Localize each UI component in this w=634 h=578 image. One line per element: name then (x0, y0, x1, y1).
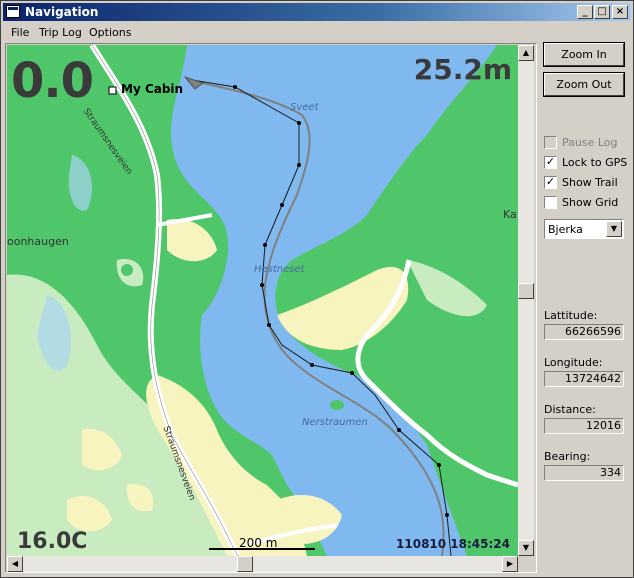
distance-value: 12016 (544, 418, 624, 434)
waypoint-label: My Cabin (121, 82, 184, 96)
location-select[interactable]: Bjerka ▼ (544, 219, 624, 239)
lock-to-gps-label[interactable]: Lock to GPS (562, 156, 627, 169)
place-label-hestneset: Hestneset (254, 264, 305, 275)
vertical-scroll-thumb[interactable] (518, 283, 534, 299)
chevron-down-icon[interactable]: ▼ (606, 221, 622, 237)
map-canvas (7, 45, 518, 556)
map-view[interactable]: 0.0 25.2m 16.0C 110810 18:45:24 My Cabin… (7, 45, 518, 556)
place-label-west: oonhaugen (7, 235, 69, 248)
scale-bar: 200 m (209, 536, 315, 552)
temperature-readout: 16.0C (17, 529, 88, 554)
show-trail-label[interactable]: Show Trail (562, 176, 618, 189)
scroll-down-button[interactable]: ▼ (518, 540, 534, 556)
navigation-window: Navigation _ □ × File Trip Log Options 0… (0, 0, 634, 578)
show-trail-box[interactable]: ✓ (544, 176, 557, 189)
app-icon (6, 5, 20, 18)
window-title: Navigation (25, 5, 99, 19)
bearing-value: 334 (544, 465, 624, 481)
place-label-nerstraumen: Nerstraumen (302, 417, 368, 428)
zoom-in-button[interactable]: Zoom In (543, 42, 625, 67)
menu-bar: File Trip Log Options (3, 23, 631, 41)
title-bar[interactable]: Navigation _ □ × (3, 3, 631, 21)
scroll-up-button[interactable]: ▲ (518, 45, 534, 61)
show-grid-box[interactable] (544, 196, 557, 209)
latitude-value: 66266596 (544, 324, 624, 340)
longitude-value: 13724642 (544, 371, 624, 387)
pause-log-label: Pause Log (562, 136, 618, 149)
horizontal-scrollbar[interactable]: ◀ ▶ (7, 556, 518, 572)
scrollbar-corner (518, 556, 534, 572)
minimize-button[interactable]: _ (577, 5, 593, 19)
maximize-button[interactable]: □ (594, 5, 610, 19)
location-select-value: Bjerka (548, 223, 583, 236)
bearing-label: Bearing: (544, 450, 591, 463)
menu-trip-log[interactable]: Trip Log (39, 26, 82, 39)
vertical-scrollbar[interactable]: ▲ ▼ (518, 45, 534, 556)
place-label-sveet: Sveet (290, 102, 319, 113)
show-grid-label[interactable]: Show Grid (562, 196, 618, 209)
lock-to-gps-box[interactable]: ✓ (544, 156, 557, 169)
close-button[interactable]: × (612, 5, 628, 19)
scroll-right-button[interactable]: ▶ (502, 556, 518, 572)
longitude-label: Longitude: (544, 356, 603, 369)
horizontal-scroll-thumb[interactable] (237, 556, 253, 572)
speed-readout: 0.0 (11, 53, 94, 109)
zoom-out-button[interactable]: Zoom Out (543, 72, 625, 97)
place-label-east: Ka (503, 208, 517, 221)
distance-label: Distance: (544, 403, 596, 416)
scale-label: 200 m (239, 536, 278, 550)
altitude-readout: 25.2m (413, 53, 512, 86)
datetime-readout: 110810 18:45:24 (396, 537, 510, 551)
pause-log-box (544, 136, 557, 149)
scroll-left-button[interactable]: ◀ (7, 556, 23, 572)
menu-options[interactable]: Options (89, 26, 131, 39)
latitude-label: Lattitude: (544, 309, 598, 322)
menu-file[interactable]: File (11, 26, 29, 39)
